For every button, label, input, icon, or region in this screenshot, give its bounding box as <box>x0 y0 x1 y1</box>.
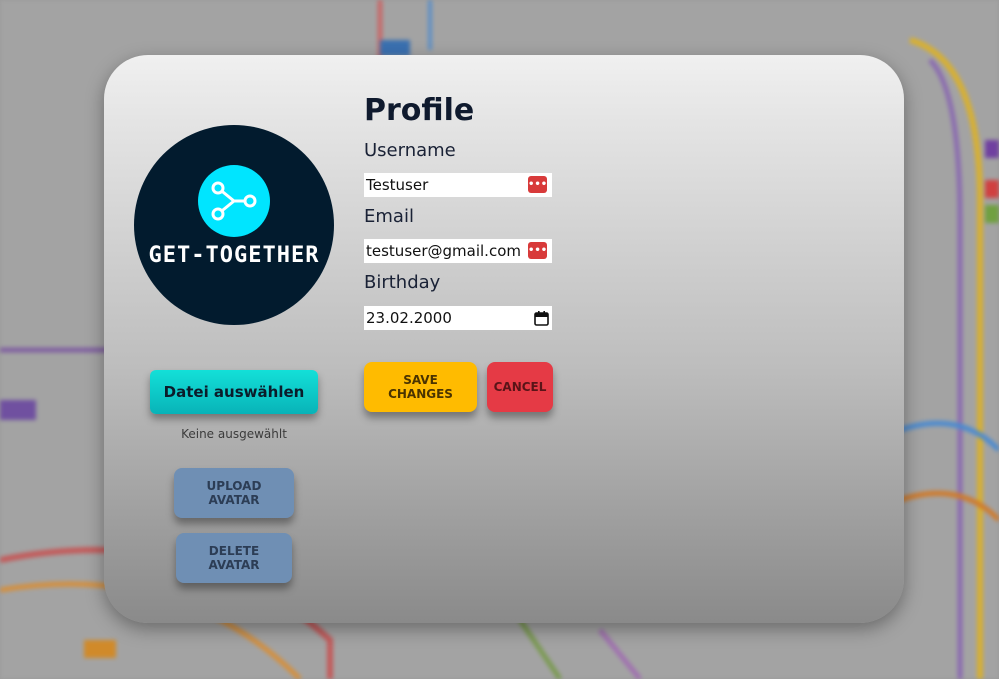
birthday-input[interactable]: 23.02.2000 <box>364 306 552 330</box>
upload-avatar-button[interactable]: UPLOAD AVATAR <box>174 468 294 518</box>
email-label: Email <box>364 206 414 227</box>
email-input[interactable]: testuser@gmail.com ••• <box>364 239 552 263</box>
email-value: testuser@gmail.com <box>366 242 521 260</box>
delete-avatar-button[interactable]: DELETE AVATAR <box>176 533 292 583</box>
choose-file-button[interactable]: Datei auswählen <box>150 370 318 414</box>
logo-wordmark: GET-TOGETHER <box>148 243 320 268</box>
profile-card: GET-TOGETHER Datei auswählen Keine ausge… <box>104 55 904 623</box>
birthday-value: 23.02.2000 <box>366 309 452 327</box>
password-manager-icon[interactable]: ••• <box>528 242 547 259</box>
calendar-icon[interactable] <box>534 310 549 326</box>
birthday-label: Birthday <box>364 272 441 293</box>
avatar: GET-TOGETHER <box>134 125 334 325</box>
page-title: Profile <box>364 93 475 128</box>
password-manager-icon[interactable]: ••• <box>528 176 547 193</box>
cancel-button[interactable]: CANCEL <box>487 362 553 412</box>
logo-badge <box>198 165 270 237</box>
share-nodes-icon <box>211 181 257 221</box>
username-label: Username <box>364 140 456 161</box>
username-input[interactable]: Testuser ••• <box>364 173 552 197</box>
file-status-text: Keine ausgewählt <box>181 427 287 441</box>
save-changes-button[interactable]: SAVE CHANGES <box>364 362 477 412</box>
username-value: Testuser <box>366 176 429 194</box>
